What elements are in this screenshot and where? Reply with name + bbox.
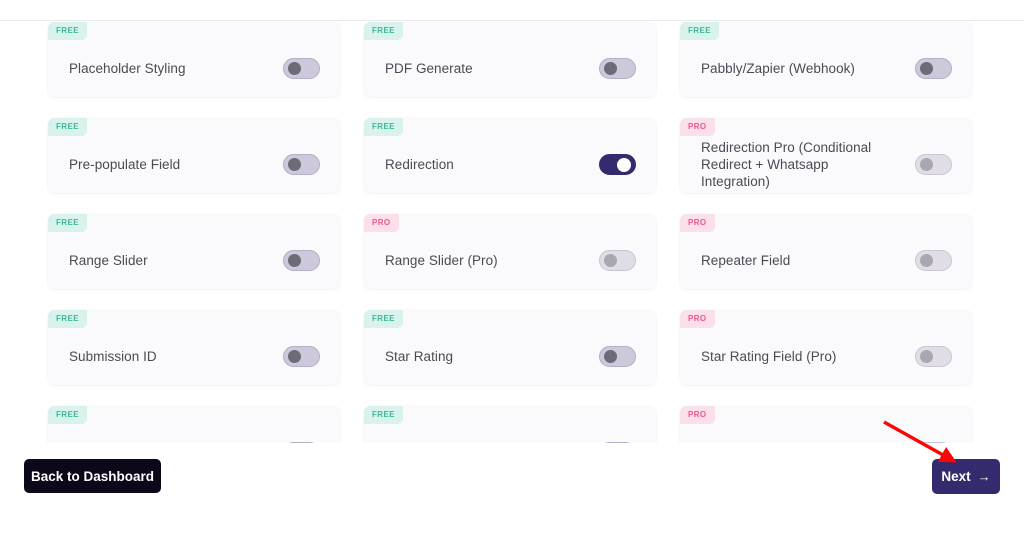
- feature-card[interactable]: PRO Star Rating Field (Pro): [680, 310, 972, 385]
- feature-card-body: Pabbly/Zapier (Webhook): [680, 40, 972, 97]
- badge-pro: PRO: [364, 214, 399, 232]
- feature-toggle[interactable]: [599, 250, 636, 271]
- feature-card[interactable]: PRO: [680, 406, 972, 443]
- feature-card[interactable]: PRO Repeater Field: [680, 214, 972, 289]
- feature-card[interactable]: FREE Pre-populate Field: [48, 118, 340, 193]
- feature-title: Redirection Pro (Conditional Redirect + …: [701, 140, 872, 189]
- badge-pro: PRO: [680, 406, 715, 424]
- badge-pro: PRO: [680, 214, 715, 232]
- feature-toggle[interactable]: [915, 250, 952, 271]
- badge-free: FREE: [48, 310, 87, 328]
- badge-free: FREE: [680, 22, 719, 40]
- feature-toggle[interactable]: [915, 154, 952, 175]
- feature-card-body: Redirection: [364, 136, 656, 193]
- toggle-knob: [920, 254, 933, 267]
- badge-pro: PRO: [680, 310, 715, 328]
- toggle-knob: [604, 350, 617, 363]
- next-button-label: Next: [941, 469, 971, 484]
- feature-title: Pre-populate Field: [69, 157, 181, 172]
- feature-card-body: Repeater Field: [680, 232, 972, 289]
- badge-free: FREE: [364, 118, 403, 136]
- toggle-knob: [920, 62, 933, 75]
- toggle-knob: [920, 350, 933, 363]
- feature-card-body: [680, 424, 972, 443]
- feature-card[interactable]: FREE PDF Generate: [364, 22, 656, 97]
- feature-toggle[interactable]: [283, 250, 320, 271]
- feature-toggle[interactable]: [915, 346, 952, 367]
- feature-card-body: Placeholder Styling: [48, 40, 340, 97]
- badge-pro: PRO: [680, 118, 715, 136]
- badge-free: FREE: [364, 22, 403, 40]
- top-header-strip: [0, 0, 1024, 21]
- badge-free: FREE: [48, 406, 87, 424]
- arrow-right-icon: →: [977, 469, 991, 484]
- next-button[interactable]: Next →: [932, 459, 1000, 494]
- toggle-knob: [288, 158, 301, 171]
- toggle-knob: [604, 254, 617, 267]
- feature-toggle[interactable]: [915, 58, 952, 79]
- feature-card-body: Range Slider (Pro): [364, 232, 656, 289]
- footer-bar: Back to Dashboard Next →: [0, 443, 1024, 538]
- feature-title: Submission ID: [69, 349, 157, 364]
- feature-toggle[interactable]: [283, 58, 320, 79]
- toggle-knob: [288, 62, 301, 75]
- feature-card[interactable]: FREE: [48, 406, 340, 443]
- feature-toggle[interactable]: [599, 154, 636, 175]
- badge-free: FREE: [48, 214, 87, 232]
- feature-title: Pabbly/Zapier (Webhook): [701, 61, 855, 76]
- toggle-knob: [288, 350, 301, 363]
- feature-card-body: [364, 424, 656, 443]
- toggle-knob: [617, 157, 631, 172]
- feature-card-body: Star Rating: [364, 328, 656, 385]
- badge-free: FREE: [48, 22, 87, 40]
- badge-free: FREE: [364, 310, 403, 328]
- feature-card-body: Redirection Pro (Conditional Redirect + …: [680, 136, 972, 193]
- feature-title: PDF Generate: [385, 61, 473, 76]
- feature-card-body: PDF Generate: [364, 40, 656, 97]
- feature-card[interactable]: FREE Star Rating: [364, 310, 656, 385]
- feature-card[interactable]: FREE Range Slider: [48, 214, 340, 289]
- feature-toggle[interactable]: [599, 346, 636, 367]
- feature-card[interactable]: FREE Submission ID: [48, 310, 340, 385]
- feature-title: Redirection: [385, 157, 454, 172]
- feature-card[interactable]: PRO Range Slider (Pro): [364, 214, 656, 289]
- feature-toggle[interactable]: [283, 346, 320, 367]
- app-root: FREE Placeholder Styling FREE PDF Generate F…: [0, 0, 1024, 538]
- feature-card-body: Pre-populate Field: [48, 136, 340, 193]
- feature-card-body: Star Rating Field (Pro): [680, 328, 972, 385]
- features-scroll-region[interactable]: FREE Placeholder Styling FREE PDF Generate F…: [0, 22, 1024, 443]
- feature-card[interactable]: FREE Redirection: [364, 118, 656, 193]
- feature-card-body: Submission ID: [48, 328, 340, 385]
- back-to-dashboard-button[interactable]: Back to Dashboard: [24, 459, 161, 493]
- feature-title: Repeater Field: [701, 253, 791, 268]
- feature-card[interactable]: PRO Redirection Pro (Conditional Redirect…: [680, 118, 972, 193]
- feature-card[interactable]: FREE Placeholder Styling: [48, 22, 340, 97]
- feature-card[interactable]: FREE Pabbly/Zapier (Webhook): [680, 22, 972, 97]
- toggle-knob: [288, 254, 301, 267]
- badge-free: FREE: [364, 406, 403, 424]
- toggle-knob: [920, 158, 933, 171]
- feature-title: Star Rating Field (Pro): [701, 349, 837, 364]
- feature-card[interactable]: FREE: [364, 406, 656, 443]
- feature-toggle[interactable]: [283, 154, 320, 175]
- features-grid: FREE Placeholder Styling FREE PDF Generate F…: [48, 22, 976, 443]
- feature-title: Range Slider: [69, 253, 148, 268]
- feature-title: Placeholder Styling: [69, 61, 186, 76]
- feature-title: Star Rating: [385, 349, 454, 364]
- feature-card-body: Range Slider: [48, 232, 340, 289]
- badge-free: FREE: [48, 118, 87, 136]
- feature-title: Range Slider (Pro): [385, 253, 498, 268]
- feature-card-body: [48, 424, 340, 443]
- feature-toggle[interactable]: [599, 58, 636, 79]
- toggle-knob: [604, 62, 617, 75]
